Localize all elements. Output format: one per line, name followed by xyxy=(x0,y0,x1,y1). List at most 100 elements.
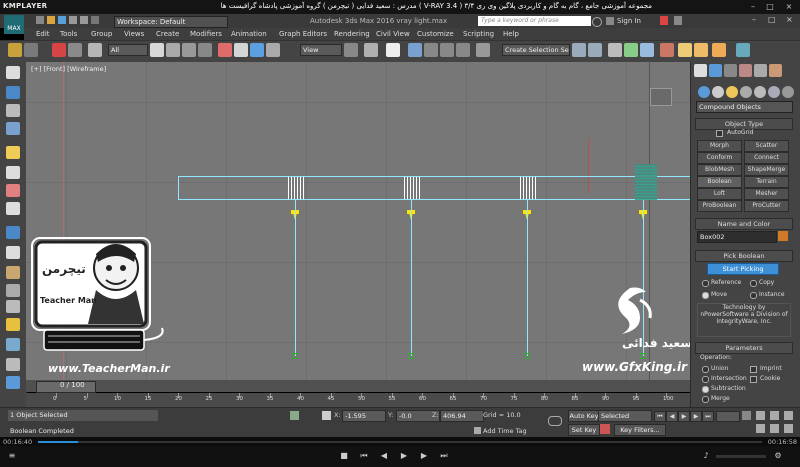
select-object-icon[interactable] xyxy=(150,43,164,57)
teapot-icon[interactable] xyxy=(6,66,20,79)
mirror-icon[interactable] xyxy=(572,43,586,57)
unlink-icon[interactable] xyxy=(68,43,82,57)
select-move-icon[interactable] xyxy=(218,43,232,57)
modify-tab-icon[interactable] xyxy=(709,64,722,77)
spinner-snap-icon[interactable] xyxy=(456,43,470,57)
align-icon[interactable] xyxy=(588,43,602,57)
new-icon[interactable] xyxy=(36,16,44,24)
lights-type-icon[interactable] xyxy=(726,86,738,98)
window-crossing-icon[interactable] xyxy=(198,43,212,57)
connect-button[interactable]: Connect xyxy=(744,152,789,164)
redo-arrow-icon[interactable] xyxy=(24,43,38,57)
player-seek-bar[interactable] xyxy=(38,441,762,443)
player-menu-icon[interactable]: ≡ xyxy=(6,450,18,462)
field-of-view-icon[interactable] xyxy=(770,424,779,433)
menu-create[interactable]: Create xyxy=(156,30,179,38)
object-name-field[interactable]: Box002 xyxy=(697,231,777,243)
lock-selection-icon[interactable] xyxy=(290,411,299,420)
cameras-type-icon[interactable] xyxy=(740,86,752,98)
named-selection-dropdown[interactable]: Create Selection Se xyxy=(502,44,570,56)
intersection-radio[interactable] xyxy=(702,376,709,383)
sphere-icon[interactable] xyxy=(6,202,20,215)
menu-customize[interactable]: Customize xyxy=(417,30,454,38)
z-coordinate[interactable]: 406.94 xyxy=(440,410,484,422)
box-icon[interactable] xyxy=(6,122,20,135)
selection-filter-dropdown[interactable]: All xyxy=(108,44,148,56)
snaps-toggle-icon[interactable] xyxy=(408,43,422,57)
camera-object[interactable] xyxy=(650,88,672,106)
key-icon[interactable] xyxy=(548,416,562,426)
layer-icon[interactable] xyxy=(6,104,20,117)
render-production-icon[interactable] xyxy=(712,43,726,57)
set-key-button[interactable]: Set Key xyxy=(568,424,600,436)
light-target[interactable] xyxy=(408,353,414,359)
maximize-icon[interactable]: □ xyxy=(765,1,775,12)
helper-icon[interactable] xyxy=(6,184,20,197)
current-frame-field[interactable] xyxy=(716,411,740,422)
open-icon[interactable] xyxy=(47,16,55,24)
pick-boolean-rollout[interactable]: Pick Boolean xyxy=(695,250,793,262)
light-bulb-icon[interactable] xyxy=(6,146,20,159)
player-play-icon[interactable]: ▶ xyxy=(398,450,410,462)
proboolean-button[interactable]: ProBoolean xyxy=(697,200,742,212)
menu-help[interactable]: Help xyxy=(503,30,519,38)
go-to-start-icon[interactable]: ⏮ xyxy=(654,411,666,422)
render-setup-icon[interactable] xyxy=(678,43,692,57)
utilities-tab-icon[interactable] xyxy=(769,64,782,77)
player-prev-icon[interactable]: ⏮ xyxy=(358,450,370,462)
go-to-end-icon[interactable]: ⏭ xyxy=(702,411,714,422)
systems-type-icon[interactable] xyxy=(782,86,794,98)
morph-button[interactable]: Morph xyxy=(697,140,742,152)
union-radio[interactable] xyxy=(702,366,709,373)
menu-rendering[interactable]: Rendering xyxy=(334,30,370,38)
maximize-viewport-icon[interactable] xyxy=(784,424,793,433)
box-object[interactable] xyxy=(178,176,690,200)
close-icon[interactable]: × xyxy=(784,1,794,12)
scene-explorer-icon[interactable] xyxy=(608,43,622,57)
player-settings-icon[interactable]: ⚙ xyxy=(772,450,784,462)
curve-editor-icon[interactable] xyxy=(624,43,638,57)
percent-snap-icon[interactable] xyxy=(440,43,454,57)
save-icon[interactable] xyxy=(58,16,66,24)
motion-tab-icon[interactable] xyxy=(739,64,752,77)
parameters-rollout[interactable]: Parameters xyxy=(695,342,793,354)
imprint-checkbox[interactable] xyxy=(750,366,757,373)
help-icon[interactable] xyxy=(674,16,682,25)
time-tag-icon[interactable] xyxy=(474,427,481,434)
light-target[interactable] xyxy=(524,353,530,359)
minimize-icon[interactable]: – xyxy=(748,1,758,12)
select-scale-icon[interactable] xyxy=(250,43,264,57)
add-time-tag-button[interactable]: Add Time Tag xyxy=(483,427,527,435)
menu-modifiers[interactable]: Modifiers xyxy=(190,30,222,38)
particle-icon[interactable] xyxy=(6,338,20,351)
player-rewind-icon[interactable]: ◀ xyxy=(378,450,390,462)
absolute-mode-icon[interactable] xyxy=(322,411,331,420)
cylinder-icon[interactable] xyxy=(6,246,20,259)
scatter-button[interactable]: Scatter xyxy=(744,140,789,152)
reference-radio[interactable] xyxy=(702,280,709,287)
display-tab-icon[interactable] xyxy=(754,64,767,77)
object-color-swatch[interactable] xyxy=(778,231,788,241)
bind-spacewarp-icon[interactable] xyxy=(88,43,102,57)
sun-icon[interactable] xyxy=(6,318,20,331)
blobmesh-button[interactable]: BlobMesh xyxy=(697,164,742,176)
placement-icon[interactable] xyxy=(266,43,280,57)
boolean-button[interactable]: Boolean xyxy=(697,176,742,188)
key-mode-dropdown[interactable]: Selected xyxy=(598,410,652,422)
plane-icon[interactable] xyxy=(6,358,20,371)
menu-views[interactable]: Views xyxy=(124,30,144,38)
reference-coord-dropdown[interactable]: View xyxy=(300,44,342,56)
select-rotate-icon[interactable] xyxy=(234,43,248,57)
menu-edit[interactable]: Edit xyxy=(36,30,50,38)
shapes-type-icon[interactable] xyxy=(712,86,724,98)
hierarchy-tab-icon[interactable] xyxy=(724,64,737,77)
geometry-icon[interactable] xyxy=(6,166,20,179)
pivot-center-icon[interactable] xyxy=(344,43,358,57)
autogrid-checkbox[interactable] xyxy=(716,130,723,137)
grid-icon[interactable] xyxy=(6,376,20,389)
angle-snap-icon[interactable] xyxy=(424,43,438,57)
search-icon[interactable] xyxy=(592,17,602,27)
shapemerge-button[interactable]: ShapeMerge xyxy=(744,164,789,176)
exchange-icon[interactable] xyxy=(660,16,668,25)
project-folder-icon[interactable] xyxy=(91,16,99,24)
